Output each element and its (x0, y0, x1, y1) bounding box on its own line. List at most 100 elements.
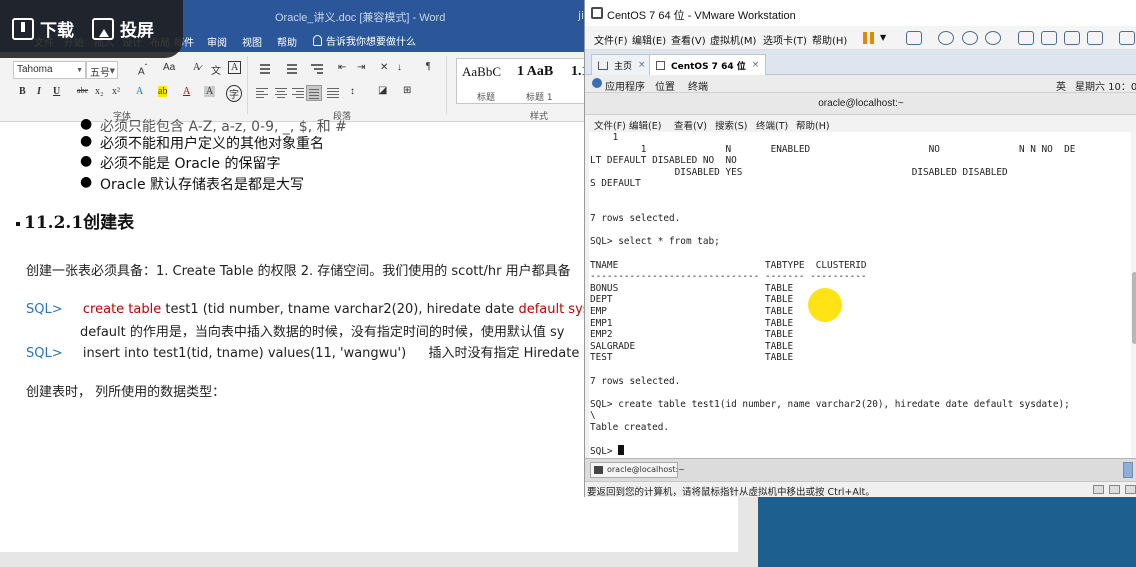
bullets-icon[interactable] (256, 63, 270, 75)
gnome-places[interactable]: 位置 (655, 78, 675, 93)
superscript-icon[interactable]: x² (112, 86, 120, 97)
gnome-applications[interactable]: 应用程序 (605, 78, 645, 93)
sort-icon[interactable]: ↓ (397, 62, 402, 73)
shading-icon[interactable]: ◪ (378, 85, 387, 96)
char-border-icon[interactable]: A (228, 61, 242, 74)
term-menu-help[interactable]: 帮助(H) (796, 118, 830, 132)
heading-text: 创建表 (83, 213, 135, 233)
align-left-icon[interactable] (256, 88, 268, 98)
terminal-scrollbar[interactable] (1131, 132, 1136, 458)
italic-icon[interactable]: I (37, 86, 41, 97)
scrollbar-thumb[interactable] (1132, 272, 1136, 344)
send-ctrl-alt-del-icon[interactable] (906, 31, 922, 45)
tab-home[interactable]: 主页 × (591, 54, 653, 75)
close-icon[interactable]: × (752, 60, 760, 70)
input-method[interactable]: 英 (1056, 78, 1066, 93)
distributed-icon[interactable] (327, 88, 339, 98)
sidebar-toggle-icon[interactable] (1018, 31, 1034, 45)
paragraph-requirements: 创建一张表必须具备：1. Create Table 的权限 2. 存储空间。我们… (26, 264, 571, 279)
font-size-select[interactable]: 五号 ▼ (86, 61, 118, 79)
menu-tabs[interactable]: 选项卡(T) (763, 32, 807, 47)
clear-format-icon[interactable]: A̷ (193, 62, 200, 73)
line-spacing-icon[interactable]: ↕ (350, 86, 355, 97)
usb-icon[interactable] (1125, 485, 1136, 494)
gnome-terminal[interactable]: 终端 (688, 78, 708, 93)
subscript-icon[interactable]: x₂ (95, 86, 104, 97)
terminal-line: ------------------------------ ------- -… (590, 271, 867, 283)
terminal-output[interactable]: 1 1 N ENABLED NO N N NO DE LT DEFAULT DIS… (589, 132, 1136, 458)
strikethrough-icon[interactable]: abc (77, 86, 88, 95)
menu-vm[interactable]: 虚拟机(M) (710, 32, 756, 47)
menu-view[interactable]: 查看(V) (671, 32, 706, 47)
gnome-clock[interactable]: 星期六 10：03 (1075, 78, 1136, 93)
terminal-titlebar: oracle@localhost:~ (585, 93, 1136, 115)
borders-icon[interactable]: ⊞ (403, 85, 411, 96)
term-menu-edit[interactable]: 编辑(E) (629, 118, 661, 132)
sound-icon[interactable] (1109, 485, 1120, 494)
grow-font-icon[interactable]: Aˆ (138, 62, 147, 77)
term-menu-terminal[interactable]: 终端(T) (756, 118, 788, 132)
screen: { "overlay": { "download_label": "下载", "… (0, 0, 1136, 567)
cast-button[interactable]: 投屏 (92, 16, 154, 41)
revert-snapshot-icon[interactable] (962, 31, 978, 45)
menu-help[interactable]: 帮助(H) (812, 32, 847, 47)
close-icon[interactable]: × (638, 60, 646, 70)
console-view-icon[interactable] (1119, 31, 1135, 45)
unity-icon[interactable] (1087, 31, 1103, 45)
vmware-statusbar: 要返回到您的计算机，请将鼠标指针从虚拟机中移出或按 Ctrl+Alt。 (585, 481, 1136, 498)
thumbnail-bar-icon[interactable] (1041, 31, 1057, 45)
terminal-line: LT DEFAULT DISABLED NO NO (590, 155, 737, 167)
char-shading-icon[interactable]: A (204, 86, 216, 97)
tell-me-search[interactable]: 告诉我你想要做什么 (313, 33, 416, 48)
snapshot-icon[interactable] (938, 31, 954, 45)
download-label: 下载 (40, 21, 74, 41)
style-normal-preview[interactable]: AaBbC (462, 64, 501, 80)
enclose-char-icon[interactable]: 字 (226, 85, 242, 102)
decrease-indent-icon[interactable]: ⇤ (338, 62, 346, 73)
term-menu-file[interactable]: 文件(F) (594, 118, 626, 132)
underline-icon[interactable]: U (53, 86, 60, 97)
menu-edit[interactable]: 编辑(E) (632, 32, 666, 47)
terminal-line: 1 (590, 132, 619, 143)
phonetic-guide-icon[interactable]: 文 (211, 62, 221, 77)
snapshot-manager-icon[interactable] (985, 31, 1001, 45)
download-button[interactable]: 下载 (12, 16, 74, 41)
tab-help[interactable]: 帮助 (277, 34, 297, 49)
paragraph-datatypes: 创建表时， 列所使用的数据类型： (26, 385, 226, 400)
styles-gallery[interactable]: AaBbC 标题 1 AaB 标题 1 1.1 (456, 58, 590, 104)
tab-centos[interactable]: CentOS 7 64 位 × (649, 54, 767, 75)
term-menu-view[interactable]: 查看(V) (674, 118, 707, 132)
text-effects-icon[interactable]: A (136, 86, 143, 97)
align-right-icon[interactable] (292, 88, 304, 98)
terminal-line: \ (590, 410, 596, 422)
multilevel-list-icon[interactable] (309, 63, 323, 75)
shrink-font-icon[interactable]: Aa (163, 62, 175, 73)
bold-icon[interactable]: B (19, 86, 26, 97)
style-normal-name: 标题 (477, 93, 496, 103)
chinese-layout-icon[interactable]: ✕ (380, 62, 388, 73)
justify-icon[interactable] (306, 85, 322, 101)
workspace-pager[interactable] (1123, 462, 1133, 478)
font-color-icon[interactable]: A (183, 86, 190, 97)
numbering-icon[interactable] (283, 63, 297, 75)
sql-create-body: test1 (tid number, tname varchar2(20), h… (161, 302, 519, 317)
menu-file[interactable]: 文件(F) (594, 32, 628, 47)
sql-prompt: SQL> (26, 302, 63, 317)
chevron-down-icon[interactable]: ▼ (880, 33, 886, 42)
term-menu-search[interactable]: 搜索(S) (715, 118, 747, 132)
align-center-icon[interactable] (275, 88, 287, 98)
font-name-select[interactable]: Tahoma ▼ (13, 61, 86, 79)
show-marks-icon[interactable]: ¶ (426, 61, 431, 72)
tab-review[interactable]: 审阅 (207, 34, 227, 49)
taskbar-terminal-item[interactable]: oracle@localhost:~ (590, 462, 685, 478)
tab-view[interactable]: 视图 (242, 34, 262, 49)
terminal-line: SALGRADE TABLE (590, 340, 794, 352)
pause-icon[interactable] (863, 32, 875, 44)
network-icon[interactable] (1093, 485, 1104, 494)
style-heading1-preview[interactable]: 1 AaB (517, 64, 553, 80)
terminal-line: TNAME TABTYPE CLUSTERID (590, 259, 867, 271)
fullscreen-icon[interactable] (1064, 31, 1080, 45)
bullet-icon: ● (80, 174, 93, 190)
increase-indent-icon[interactable]: ⇥ (357, 62, 365, 73)
highlight-icon[interactable]: ab (158, 86, 168, 97)
